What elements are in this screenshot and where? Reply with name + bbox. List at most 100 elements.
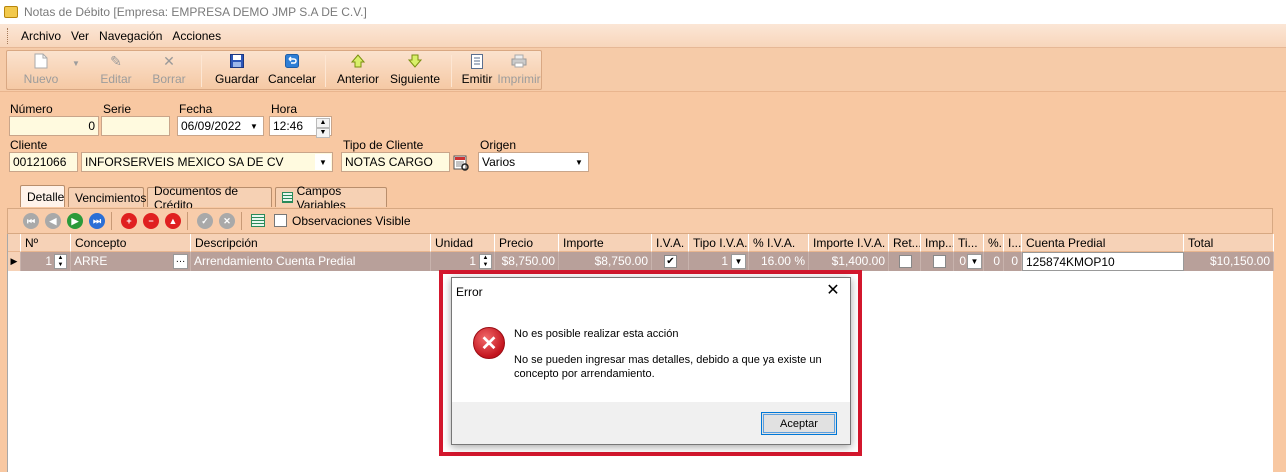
chevron-down-icon[interactable]: ▼ xyxy=(731,254,746,269)
col-header-no[interactable]: Nº xyxy=(21,234,71,252)
dialog-body: ✕ No es posible realizar esta acción No … xyxy=(452,306,850,402)
cancelar-button[interactable]: Cancelar xyxy=(267,51,317,89)
imprimir-button[interactable]: Imprimir xyxy=(497,51,541,89)
anterior-button[interactable]: Anterior xyxy=(335,51,381,89)
prev-record-icon[interactable]: ◀ xyxy=(45,213,61,229)
arrow-up-icon xyxy=(350,53,366,69)
next-record-icon[interactable]: ▶ xyxy=(67,213,83,229)
col-header-total[interactable]: Total xyxy=(1184,234,1274,252)
hora-label: Hora xyxy=(271,102,298,116)
close-icon[interactable]: ✕ xyxy=(824,282,842,300)
col-header-pct[interactable]: %... xyxy=(984,234,1004,252)
main-toolbar: Nuevo ▼ ✎ Editar ✕ Borrar Guardar Cancel… xyxy=(0,48,1286,92)
observaciones-checkbox[interactable] xyxy=(274,214,287,227)
tab-campos-variables[interactable]: Campos Variables xyxy=(275,184,387,212)
detail-toolbar: ⏮ ◀ ▶ ⏭ + − ▲ ✓ ✕ Observaciones Visible xyxy=(7,208,1273,234)
chevron-down-icon[interactable]: ▼ xyxy=(246,118,262,134)
tab-detalle[interactable]: Detalle xyxy=(20,185,65,207)
tipo-cliente-field[interactable]: NOTAS CARGO xyxy=(341,152,450,172)
col-header-unidad[interactable]: Unidad xyxy=(431,234,495,252)
concepto-lookup-button[interactable]: … xyxy=(173,254,188,269)
row-ret-cell[interactable] xyxy=(889,252,921,271)
aceptar-button[interactable]: Aceptar xyxy=(761,412,837,435)
siguiente-label: Siguiente xyxy=(389,72,441,86)
col-header-tipo-iva[interactable]: Tipo I.V.A. xyxy=(689,234,749,252)
first-record-icon[interactable]: ⏮ xyxy=(23,213,39,229)
col-header-ret[interactable]: Ret... xyxy=(889,234,921,252)
menu-archivo[interactable]: Archivo xyxy=(16,29,66,43)
origen-combo[interactable]: Varios ▼ xyxy=(478,152,589,172)
row-i[interactable]: 0 xyxy=(1004,252,1022,271)
confirm-icon[interactable]: ✓ xyxy=(197,213,213,229)
col-header-imp[interactable]: Imp... xyxy=(921,234,954,252)
dialog-titlebar: Error xyxy=(452,278,850,306)
cliente-code-field[interactable]: 00121066 xyxy=(9,152,78,172)
col-header-iva[interactable]: I.V.A. xyxy=(652,234,689,252)
unidad-spinner[interactable]: ▲ ▼ xyxy=(479,254,492,269)
chevron-down-icon[interactable]: ▼ xyxy=(967,254,982,269)
row-importe[interactable]: $8,750.00 xyxy=(559,252,652,271)
row-iva-cell[interactable]: ✔ xyxy=(652,252,689,271)
cancel-icon[interactable]: ✕ xyxy=(219,213,235,229)
row-no-spinner[interactable]: ▲ ▼ xyxy=(54,254,67,269)
last-record-icon[interactable]: ⏭ xyxy=(89,213,105,229)
row-descripcion[interactable]: Arrendamiento Cuenta Predial xyxy=(191,252,431,271)
tab-documentos-credito[interactable]: Documentos de Crédito xyxy=(147,184,272,212)
dialog-message-secondary: No se pueden ingresar mas detalles, debi… xyxy=(514,354,822,380)
nuevo-button[interactable]: Nuevo xyxy=(15,51,67,89)
imp-checkbox[interactable] xyxy=(933,255,946,268)
row-total[interactable]: $10,150.00 xyxy=(1184,252,1274,271)
col-header-importe-iva[interactable]: Importe I.V.A. xyxy=(809,234,889,252)
editar-label: Editar xyxy=(100,72,132,86)
menu-navegacion[interactable]: Navegación xyxy=(94,29,167,43)
nuevo-dropdown-button[interactable]: ▼ xyxy=(69,51,83,89)
fecha-field[interactable]: 06/09/2022 ▼ xyxy=(177,116,264,136)
chevron-down-icon[interactable]: ▼ xyxy=(571,154,587,170)
separator xyxy=(241,212,242,230)
col-header-importe[interactable]: Importe xyxy=(559,234,652,252)
fecha-label: Fecha xyxy=(179,102,213,116)
editar-button[interactable]: ✎ Editar xyxy=(95,51,137,89)
menu-grip xyxy=(7,27,10,44)
col-header-descripcion[interactable]: Descripción xyxy=(191,234,431,252)
col-header-i[interactable]: I... xyxy=(1004,234,1022,252)
serie-field[interactable] xyxy=(101,116,170,136)
borrar-button[interactable]: ✕ Borrar xyxy=(149,51,189,89)
emitir-button[interactable]: Emitir xyxy=(459,51,495,89)
row-precio[interactable]: $8,750.00 xyxy=(495,252,559,271)
table-icon[interactable] xyxy=(251,214,265,227)
hora-field[interactable]: 12:46 ▲ ▼ xyxy=(269,116,332,138)
remove-row-icon[interactable]: − xyxy=(143,213,159,229)
dialog-footer: Aceptar xyxy=(452,402,850,444)
spin-up-icon[interactable]: ▲ xyxy=(316,118,330,128)
window-title: Notas de Débito [Empresa: EMPRESA DEMO J… xyxy=(24,5,367,19)
numero-field[interactable]: 0 xyxy=(9,116,99,136)
row-importe-iva[interactable]: $1,400.00 xyxy=(809,252,889,271)
col-header-ti[interactable]: Ti... xyxy=(954,234,984,252)
tab-vencimientos[interactable]: Vencimientos xyxy=(68,187,146,207)
iva-checkbox[interactable]: ✔ xyxy=(664,255,677,268)
ret-checkbox[interactable] xyxy=(899,255,912,268)
menu-ver[interactable]: Ver xyxy=(66,29,94,43)
col-header-cuenta-predial[interactable]: Cuenta Predial xyxy=(1022,234,1184,252)
col-header-pct-iva[interactable]: % I.V.A. xyxy=(749,234,809,252)
hora-spinner[interactable]: ▲ ▼ xyxy=(316,118,330,138)
guardar-button[interactable]: Guardar xyxy=(213,51,261,89)
toolbar-separator xyxy=(201,55,202,87)
menu-acciones[interactable]: Acciones xyxy=(167,29,226,43)
col-header-precio[interactable]: Precio xyxy=(495,234,559,252)
col-header-concepto[interactable]: Concepto xyxy=(71,234,191,252)
row-cuenta-predial[interactable]: 125874KMOP10 xyxy=(1022,252,1184,271)
tipo-cliente-lookup-icon[interactable] xyxy=(453,155,469,171)
chevron-down-icon[interactable]: ▼ xyxy=(315,154,331,170)
spin-down-icon[interactable]: ▼ xyxy=(316,128,330,138)
add-row-icon[interactable]: + xyxy=(121,213,137,229)
siguiente-button[interactable]: Siguiente xyxy=(389,51,441,89)
toolbar-separator xyxy=(451,55,452,87)
row-pct[interactable]: 0 xyxy=(984,252,1004,271)
cliente-name-combo[interactable]: INFORSERVEIS MEXICO SA DE CV ▼ xyxy=(81,152,333,172)
row-pct-iva[interactable]: 16.00 % xyxy=(749,252,809,271)
origen-label: Origen xyxy=(480,138,517,152)
row-imp-cell[interactable] xyxy=(921,252,954,271)
move-up-icon[interactable]: ▲ xyxy=(165,213,181,229)
